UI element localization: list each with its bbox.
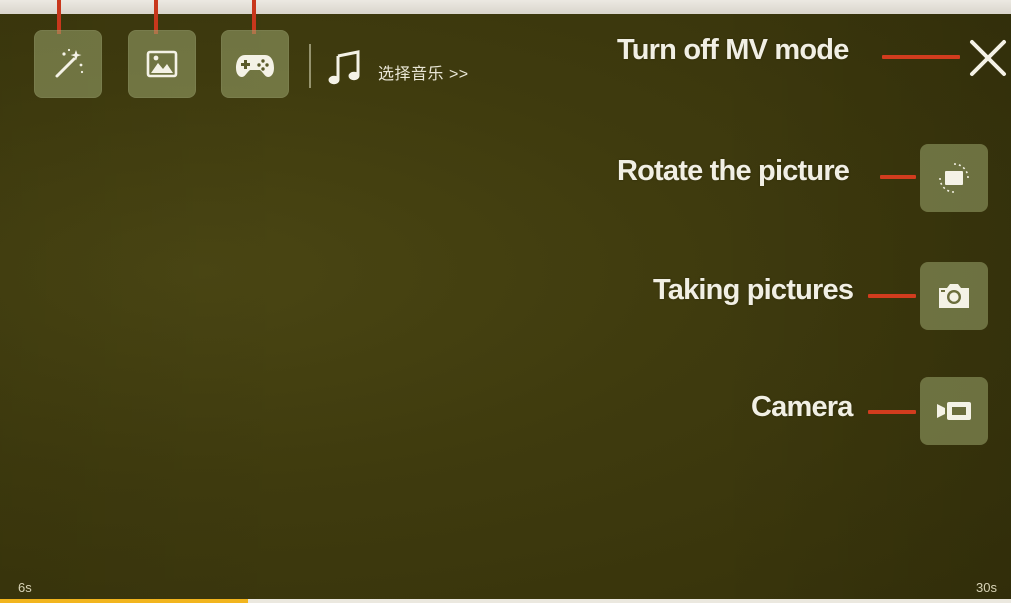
rotate-label: Rotate the picture xyxy=(617,155,850,187)
top-border xyxy=(0,0,1011,14)
game-mode-button[interactable] xyxy=(221,30,289,98)
timeline-progress-track[interactable] xyxy=(0,599,1011,603)
record-video-button[interactable] xyxy=(920,377,988,445)
camera-label: Camera xyxy=(751,391,853,423)
callout-line-gamepad xyxy=(252,0,256,34)
close-callout-line xyxy=(882,55,960,59)
rotate-icon xyxy=(939,163,969,193)
timeline-progress-fill xyxy=(0,599,248,603)
magic-wand-icon xyxy=(55,48,84,78)
gamepad-icon xyxy=(236,55,274,77)
callout-line-magic xyxy=(57,0,61,34)
magic-effects-button[interactable] xyxy=(34,30,102,98)
timeline-start-time: 6s xyxy=(18,580,32,595)
photo-callout-line xyxy=(868,294,916,298)
rotate-button[interactable] xyxy=(920,144,988,212)
rotate-callout-line xyxy=(880,175,916,179)
take-picture-button[interactable] xyxy=(920,262,988,330)
timeline-end-time: 30s xyxy=(976,580,997,595)
video-camera-icon xyxy=(937,402,971,420)
select-music-link[interactable]: 选择音乐 >> xyxy=(378,60,469,84)
taking-pictures-label: Taking pictures xyxy=(653,274,854,306)
close-mv-label: Turn off MV mode xyxy=(617,34,849,66)
camera-icon xyxy=(939,284,969,308)
picture-icon xyxy=(146,50,178,78)
video-callout-line xyxy=(868,410,916,414)
background-picture-button[interactable] xyxy=(128,30,196,98)
close-icon[interactable] xyxy=(966,36,1010,80)
mv-mode-screen: 选择音乐 >> Turn off MV mode Rotate the pict… xyxy=(0,0,1011,603)
music-note-icon[interactable] xyxy=(324,46,368,90)
toolbar-divider xyxy=(309,44,311,88)
callout-line-picture xyxy=(154,0,158,34)
